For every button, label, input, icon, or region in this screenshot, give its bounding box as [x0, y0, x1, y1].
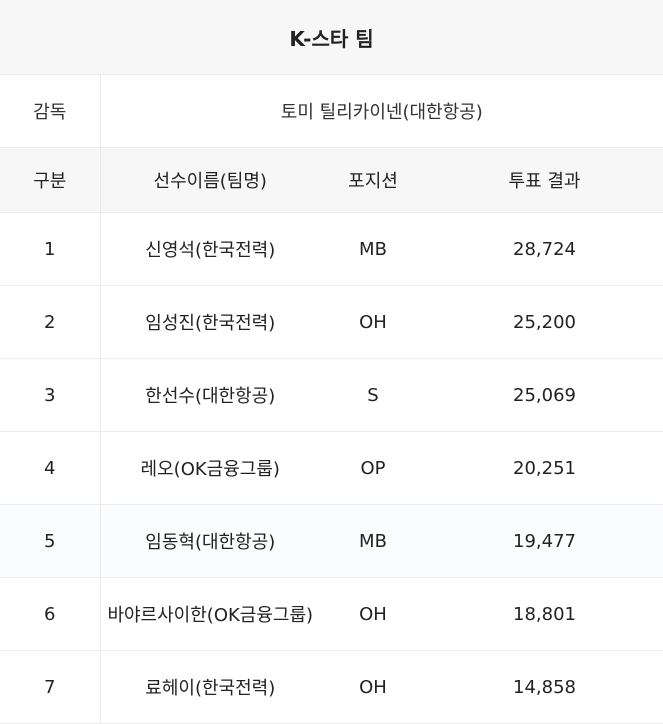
player-cell: 레오(OK금융그룹): [100, 431, 320, 505]
rank-cell: 1: [0, 212, 101, 286]
rank-cell: 5: [0, 504, 101, 578]
column-header-player: 선수이름(팀명): [100, 147, 320, 213]
table-row: 2 임성진(한국전력) OH 25,200: [0, 285, 663, 359]
rank-cell: 6: [0, 577, 101, 651]
column-header-rank: 구분: [0, 147, 101, 213]
votes-cell: 19,477: [426, 504, 663, 578]
coach-row: 감독 토미 틸리카이넨(대한항공): [0, 74, 663, 148]
player-cell: 신영석(한국전력): [100, 212, 320, 286]
player-cell: 한선수(대한항공): [100, 358, 320, 432]
allstar-roster-table: K-스타 팀 감독 토미 틸리카이넨(대한항공) 구분 선수이름(팀명) 포지션…: [0, 0, 663, 724]
player-cell: 임성진(한국전력): [100, 285, 320, 359]
rank-cell: 4: [0, 431, 101, 505]
position-cell: S: [320, 358, 426, 432]
table-row: 6 바야르사이한(OK금융그룹) OH 18,801: [0, 577, 663, 651]
table-title: K-스타 팀: [0, 0, 663, 75]
table-title-row: K-스타 팀: [0, 0, 663, 75]
player-cell: 임동혁(대한항공): [100, 504, 320, 578]
table-row: 5 임동혁(대한항공) MB 19,477: [0, 504, 663, 578]
position-cell: OP: [320, 431, 426, 505]
votes-cell: 25,069: [426, 358, 663, 432]
position-cell: OH: [320, 650, 426, 724]
votes-cell: 25,200: [426, 285, 663, 359]
rank-cell: 7: [0, 650, 101, 724]
position-cell: MB: [320, 212, 426, 286]
votes-cell: 18,801: [426, 577, 663, 651]
column-header-votes: 투표 결과: [426, 147, 663, 213]
position-cell: MB: [320, 504, 426, 578]
position-cell: OH: [320, 285, 426, 359]
table-row: 1 신영석(한국전력) MB 28,724: [0, 212, 663, 286]
table-row: 4 레오(OK금융그룹) OP 20,251: [0, 431, 663, 505]
coach-label: 감독: [0, 74, 101, 148]
column-header-position: 포지션: [320, 147, 426, 213]
rank-cell: 2: [0, 285, 101, 359]
player-cell: 료헤이(한국전력): [100, 650, 320, 724]
column-header-row: 구분 선수이름(팀명) 포지션 투표 결과: [0, 147, 663, 213]
votes-cell: 14,858: [426, 650, 663, 724]
votes-cell: 28,724: [426, 212, 663, 286]
position-cell: OH: [320, 577, 426, 651]
coach-name: 토미 틸리카이넨(대한항공): [100, 74, 663, 148]
table-row: 3 한선수(대한항공) S 25,069: [0, 358, 663, 432]
table-row: 7 료헤이(한국전력) OH 14,858: [0, 650, 663, 724]
votes-cell: 20,251: [426, 431, 663, 505]
rank-cell: 3: [0, 358, 101, 432]
player-cell: 바야르사이한(OK금융그룹): [100, 577, 320, 651]
